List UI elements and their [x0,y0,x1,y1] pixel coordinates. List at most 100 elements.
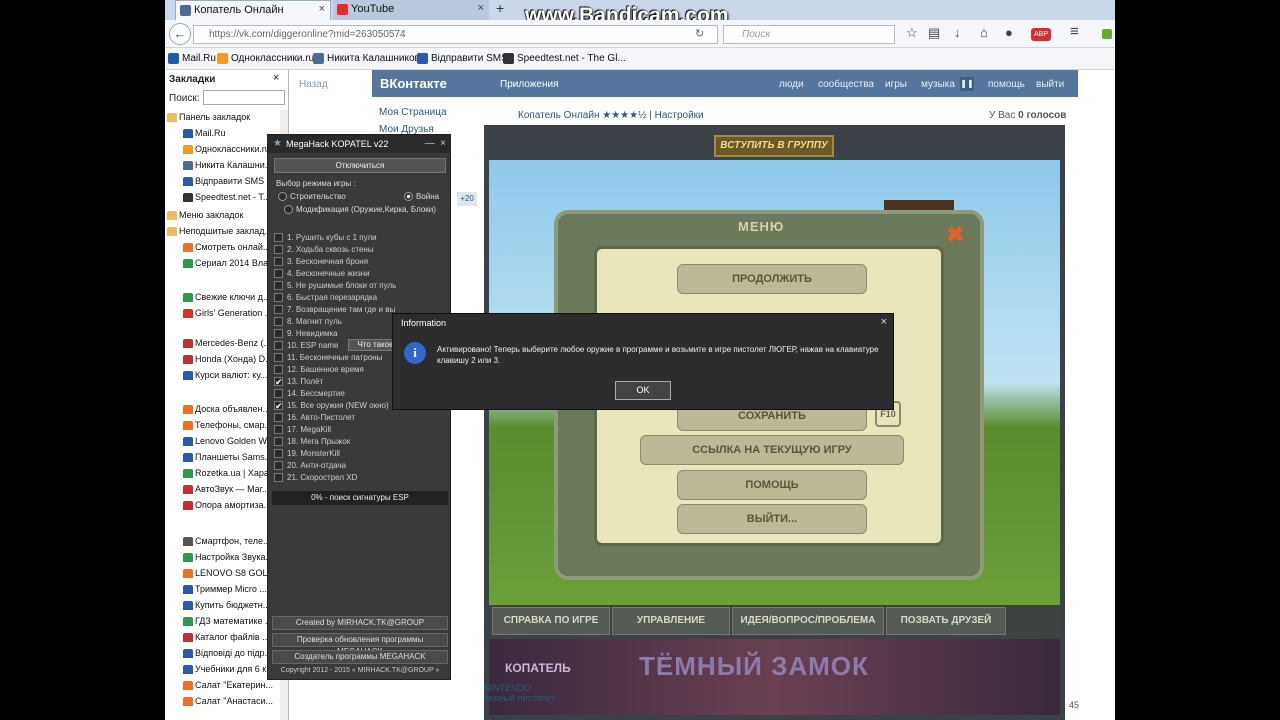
menu-continue[interactable]: ПРОДОЛЖИТЬ [677,264,867,294]
folder-icon [167,113,177,122]
menu-game-link[interactable]: ССЫЛКА НА ТЕКУЩУЮ ИГРУ [640,435,904,465]
tab-kopatel[interactable]: Копатель Онлайн × [175,0,331,20]
hack-option-label: 7. Возвращение там где и вы [287,305,396,314]
game-tab-help[interactable]: СПРАВКА ПО ИГРЕ [492,607,610,635]
favicon-icon [183,145,193,154]
back-button[interactable]: ← [169,23,191,45]
hack-option[interactable]: ✔ 13. Полёт [274,377,399,386]
vk-link-music[interactable]: музыка [921,79,955,90]
close-icon[interactable]: × [478,2,484,14]
megahack-titlebar[interactable]: ★ MegaHack KOPATEL v22 — × [268,135,450,153]
radio-checked-icon [404,192,413,201]
game-tab-invite[interactable]: ПОЗВАТЬ ДРУЗЕЙ [886,607,1006,635]
app-breadcrumb[interactable]: Копатель Онлайн ★★★★½ | Настройки [518,110,704,121]
hack-option[interactable]: 18. Мега Прыжок [274,437,399,446]
ok-button[interactable]: OK [615,381,671,400]
vk-menu-my-page[interactable]: Моя Страница [379,107,447,118]
hack-option[interactable]: 2. Ходьба сквозь стены [274,245,399,254]
hack-option[interactable]: 17. MegaKill [274,425,399,434]
banner-brand: КОПАТЕЛЬ [505,661,571,675]
hack-option-label: 19. MonsterKill [287,449,340,458]
bookmarks-list-icon[interactable]: ▤ [928,25,940,41]
sidebar-bookmark[interactable]: Салат "Анастаси... [183,696,287,706]
sidebar-folder[interactable]: Панель закладок [167,112,287,122]
vk-back-link[interactable]: Назад [299,79,328,90]
pause-icon[interactable]: ❚❚ [960,77,974,91]
hack-option[interactable]: 14. Бессмертие [274,389,399,398]
hack-option[interactable]: ✔ 15. Все оружия (NEW окно) [274,401,399,410]
mode-mod-radio[interactable]: Модификация (Оружие,Кирка, Блоки) [284,205,436,214]
new-tab-button[interactable]: + [496,0,504,16]
game-tab-idea[interactable]: ИДЕЯ/ВОПРОС/ПРОБЛЕМА [732,607,884,635]
search-input[interactable]: Поиск [723,25,895,44]
vk-logo[interactable]: ВКонтакте [380,76,447,91]
menu-help[interactable]: ПОМОЩЬ [677,470,867,500]
close-icon[interactable]: ✖ [946,222,964,248]
reload-icon[interactable]: ↻ [695,27,704,40]
author-button[interactable]: Создатель программы MEGAHACK [272,650,448,664]
download-icon[interactable]: ↓ [954,25,961,40]
vk-counter: 45 [1069,700,1080,710]
hack-option[interactable]: 6. Быстрая перезарядка [274,293,399,302]
home-icon[interactable]: ⌂ [980,25,988,40]
checkbox-icon [274,281,283,290]
bookmark-nikita[interactable]: Никита Калашников [313,53,420,64]
join-group-button[interactable]: ВСТУПИТЬ В ГРУППУ [714,135,834,157]
window-controls[interactable]: — × [425,138,446,149]
vk-apps-link[interactable]: Приложения [500,79,559,90]
vk-link-communities[interactable]: сообщества [818,79,874,90]
hack-option[interactable]: 1. Рушить кубы с 1 пули [274,233,399,242]
vk-link-logout[interactable]: выйти [1036,79,1064,90]
hack-option-label: 1. Рушить кубы с 1 пули [287,233,377,242]
hack-option[interactable]: 21. Скорострел XD [274,473,399,482]
mode-build-radio[interactable]: Строительство [278,192,346,201]
favicon-icon [183,633,193,642]
hack-option-label: 16. Авто-Пистолет [287,413,356,422]
hack-option[interactable]: 20. Анти-отдача [274,461,399,470]
adblock-icon[interactable]: ABP [1031,28,1051,41]
hack-option[interactable]: 12. Башенное время [274,365,399,374]
close-icon[interactable]: × [319,3,325,15]
vk-link-help[interactable]: помощь [988,79,1025,90]
hack-option[interactable]: 9. Невидимка [274,329,399,338]
bookmark-speedtest[interactable]: Speedtest.net - The Gl... [503,53,626,64]
menu-icon[interactable]: ≡ [1070,23,1079,40]
hack-option[interactable]: 11. Бесконечные патроны [274,353,399,362]
disconnect-button[interactable]: Отключиться [274,158,446,173]
bookmark-mailru[interactable]: Mail.Ru [168,53,216,64]
favicon-icon [183,485,193,494]
speedtest-icon [503,53,514,64]
close-icon[interactable]: × [273,72,279,84]
chat-icon[interactable]: ● [1005,25,1013,40]
hack-option[interactable]: 8. Магнит пуль [274,317,399,326]
sidebar-bookmark[interactable]: Салат "Екатерин... [183,680,287,690]
game-tab-controls[interactable]: УПРАВЛЕНИЕ [612,607,730,635]
addon-icon[interactable] [1102,29,1112,39]
check-update-button[interactable]: Проверка обновления программы MEGAHACK [272,633,448,656]
menu-exit[interactable]: ВЫЙТИ... [677,504,867,534]
hack-option[interactable]: 4. Бесконечные жизни [274,269,399,278]
favicon-icon [183,617,193,626]
mode-war-radio[interactable]: Война [404,192,439,201]
tab-youtube[interactable]: YouTube × [333,0,489,20]
game-frame[interactable]: ВСТУПИТЬ В ГРУППУ МЕНЮ ✖ ПРОДОЛЖИТЬ СОХР… [484,125,1065,720]
hack-option[interactable]: 19. MonsterKill [274,449,399,458]
checkbox-icon [274,413,283,422]
game-banner[interactable]: КОПАТЕЛЬ ТЁМНЫЙ ЗАМОК [489,639,1060,715]
sidebar-search-input[interactable] [203,90,285,105]
hack-option[interactable]: 5. Не рушимые блоки от пуль [274,281,399,290]
created-by-button[interactable]: Created by MIRHACK.TK@GROUP [272,616,448,630]
hack-option[interactable]: 7. Возвращение там где и вы [274,305,399,314]
bookmarks-bar: Mail.Ru Одноклассники.ru Никита Калашник… [165,48,1115,70]
hack-option[interactable]: 3. Бесконечная броня [274,257,399,266]
vk-bottom-ad[interactable]: NINTENDO черный пистолет [484,683,584,703]
vk-link-people[interactable]: люди [779,79,804,90]
bookmark-sms[interactable]: Відправити SMS [417,53,508,64]
checkbox-icon [274,389,283,398]
bookmark-odnoklassniki[interactable]: Одноклассники.ru [217,53,314,64]
url-bar[interactable]: https://vk.com/diggeronline?mid=26305057… [193,25,718,44]
vk-link-games[interactable]: игры [885,79,907,90]
star-icon[interactable]: ☆ [906,25,918,41]
hack-option[interactable]: 16. Авто-Пистолет [274,413,399,422]
close-icon[interactable]: × [881,316,887,328]
